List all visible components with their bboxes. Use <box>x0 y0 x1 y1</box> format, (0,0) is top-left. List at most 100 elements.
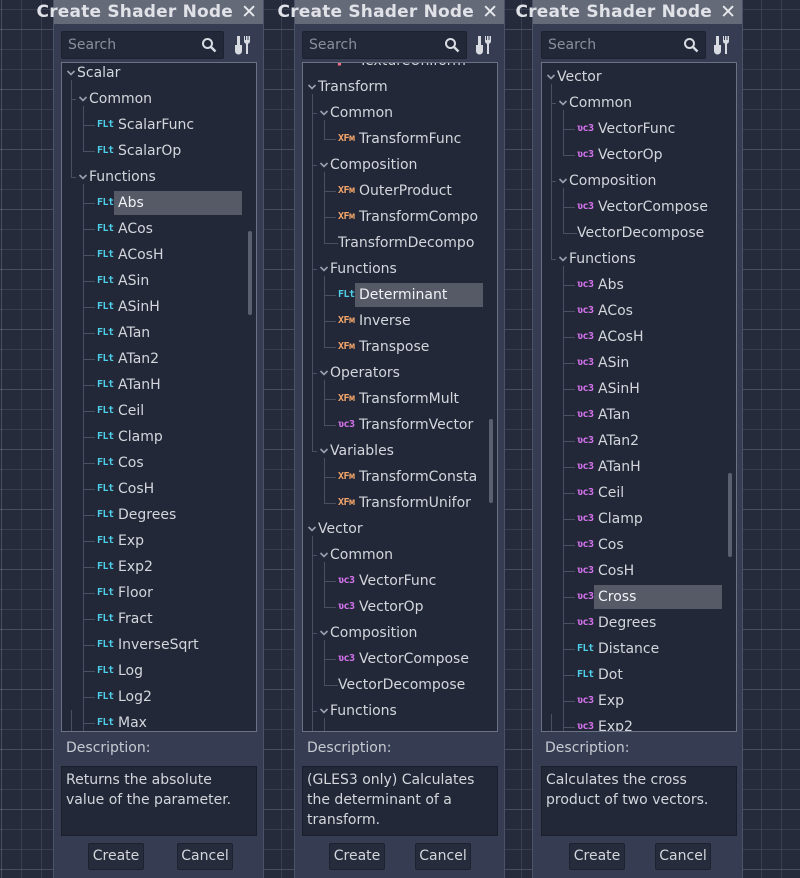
tree-item[interactable]: ʋc3 ACos <box>542 298 736 324</box>
tree-item[interactable]: ʋc3 Cos <box>542 532 736 558</box>
tree-item[interactable]: FLt CosH <box>62 476 256 502</box>
tools-filter-icon[interactable] <box>474 34 494 56</box>
tree-item-selected[interactable]: FLt Abs <box>62 190 256 216</box>
tree-scrollbar[interactable] <box>728 473 732 557</box>
tools-filter-icon[interactable] <box>233 34 253 56</box>
tree-category[interactable]: Common <box>303 542 497 568</box>
chevron-down-icon[interactable] <box>546 72 556 82</box>
tree-item[interactable]: ʋc3 CosH <box>542 558 736 584</box>
dialog-titlebar[interactable]: Create Shader Node ✕ <box>278 0 504 24</box>
tree-item[interactable]: ʋc3 Abs <box>542 272 736 298</box>
tree-item[interactable]: FLt Clamp <box>62 424 256 450</box>
tree-item[interactable]: VectorDecompose <box>542 220 736 246</box>
tree-item[interactable]: FLt ACosH <box>62 242 256 268</box>
tree-category[interactable]: Functions <box>303 256 497 282</box>
tree-item[interactable]: ʋc3 Degrees <box>542 610 736 636</box>
create-button[interactable]: Create <box>329 843 385 870</box>
tree-category[interactable]: Variables <box>303 438 497 464</box>
tree-category[interactable]: Common <box>62 86 256 112</box>
tree-item[interactable]: XFм TransformUnifor <box>303 490 497 516</box>
tree-category[interactable]: Composition <box>542 168 736 194</box>
dialog-titlebar[interactable]: Create Shader Node ✕ <box>516 0 742 24</box>
tree-category[interactable]: Composition <box>303 620 497 646</box>
tree-item[interactable]: FLt Dot <box>542 662 736 688</box>
tree-item[interactable]: FLt ATanH <box>62 372 256 398</box>
node-tree[interactable]: Scalar Common FLt ScalarFunc FLt ScalarOp Func… <box>61 62 257 732</box>
tree-item[interactable]: FLt ScalarFunc <box>62 112 256 138</box>
node-tree[interactable]: Vector Common ʋc3 VectorFunc ʋc3 VectorOp Comp… <box>541 62 737 732</box>
tree-item[interactable]: FLt Max <box>62 710 256 731</box>
chevron-down-icon[interactable] <box>78 172 88 182</box>
tree-item[interactable]: FLt InverseSqrt <box>62 632 256 658</box>
chevron-down-icon[interactable] <box>319 160 329 170</box>
close-icon[interactable]: ✕ <box>720 1 736 23</box>
tools-filter-icon[interactable] <box>712 34 732 56</box>
chevron-down-icon[interactable] <box>319 550 329 560</box>
tree-item[interactable]: TransformDecompo <box>303 230 497 256</box>
tree-category[interactable]: Common <box>542 90 736 116</box>
tree-category[interactable]: Common <box>303 100 497 126</box>
chevron-down-icon[interactable] <box>319 446 329 456</box>
node-tree[interactable]: ▞ TextureUniform Transform Common XFм Transfo… <box>302 62 498 732</box>
tree-category[interactable]: Functions <box>303 698 497 724</box>
tree-item[interactable]: ʋc3 VectorFunc <box>303 568 497 594</box>
tree-item[interactable]: XFм OuterProduct <box>303 178 497 204</box>
tree-category[interactable]: Composition <box>303 152 497 178</box>
chevron-down-icon[interactable] <box>66 68 76 78</box>
tree-item-selected[interactable]: FLt Determinant <box>303 282 497 308</box>
tree-item[interactable]: FLt Ceil <box>62 398 256 424</box>
cancel-button[interactable]: Cancel <box>415 843 471 870</box>
tree-item[interactable]: ʋc3 Clamp <box>542 506 736 532</box>
tree-scrollbar[interactable] <box>248 231 252 315</box>
search-input[interactable] <box>62 32 191 58</box>
tree-item[interactable]: ʋc3 ASin <box>542 350 736 376</box>
search-input[interactable] <box>542 32 673 58</box>
cancel-button[interactable]: Cancel <box>177 843 233 870</box>
tree-item[interactable]: FLt Log <box>62 658 256 684</box>
tree-item[interactable]: ▞ TextureUniform <box>303 63 497 74</box>
chevron-down-icon[interactable] <box>307 524 317 534</box>
tree-category[interactable]: Transform <box>303 74 497 100</box>
chevron-down-icon[interactable] <box>319 628 329 638</box>
tree-item[interactable]: ʋc3 ATanH <box>542 454 736 480</box>
chevron-down-icon[interactable] <box>319 264 329 274</box>
tree-item[interactable]: FLt ScalarOp <box>62 138 256 164</box>
tree-category[interactable]: Vector <box>542 64 736 90</box>
tree-item[interactable]: FLt Floor <box>62 580 256 606</box>
tree-item[interactable]: ʋc3 ACosH <box>542 324 736 350</box>
chevron-down-icon[interactable] <box>78 94 88 104</box>
tree-item[interactable]: FLt ASin <box>62 268 256 294</box>
tree-item[interactable]: ʋc3 Ceil <box>542 480 736 506</box>
tree-item[interactable]: ʋc3 VectorFunc <box>542 116 736 142</box>
tree-item[interactable]: FLt Degrees <box>62 502 256 528</box>
chevron-down-icon[interactable] <box>319 706 329 716</box>
tree-item[interactable]: XFм Transpose <box>303 334 497 360</box>
search-field[interactable] <box>61 31 224 59</box>
tree-item[interactable]: ʋc3 ATan2 <box>542 428 736 454</box>
tree-item[interactable]: FLt ACos <box>62 216 256 242</box>
tree-item[interactable]: XFм TransformFunc <box>303 126 497 152</box>
cancel-button[interactable]: Cancel <box>655 843 711 870</box>
tree-item[interactable]: ʋc3 ASinH <box>542 376 736 402</box>
tree-item[interactable]: ʋc3 TransformVector <box>303 412 497 438</box>
tree-item[interactable]: FLt Fract <box>62 606 256 632</box>
tree-item-selected[interactable]: ʋc3 Cross <box>542 584 736 610</box>
tree-item[interactable]: FLt ATan2 <box>62 346 256 372</box>
tree-item[interactable]: ʋc3 VectorCompose <box>303 646 497 672</box>
tree-category[interactable]: Vector <box>303 516 497 542</box>
dialog-titlebar[interactable]: Create Shader Node ✕ <box>37 0 263 24</box>
chevron-down-icon[interactable] <box>319 108 329 118</box>
search-field[interactable] <box>302 31 467 59</box>
tree-item[interactable]: FLt Log2 <box>62 684 256 710</box>
tree-item[interactable]: ʋc3 Exp <box>542 688 736 714</box>
tree-scrollbar[interactable] <box>489 419 493 503</box>
chevron-down-icon[interactable] <box>558 98 568 108</box>
close-icon[interactable]: ✕ <box>241 1 257 23</box>
search-input[interactable] <box>303 32 434 58</box>
chevron-down-icon[interactable] <box>558 254 568 264</box>
tree-category[interactable]: Functions <box>62 164 256 190</box>
search-field[interactable] <box>541 31 706 59</box>
tree-item[interactable]: VectorDecompose <box>303 672 497 698</box>
tree-item[interactable]: XFм TransformConsta <box>303 464 497 490</box>
tree-item[interactable]: ʋc3 VectorCompose <box>542 194 736 220</box>
